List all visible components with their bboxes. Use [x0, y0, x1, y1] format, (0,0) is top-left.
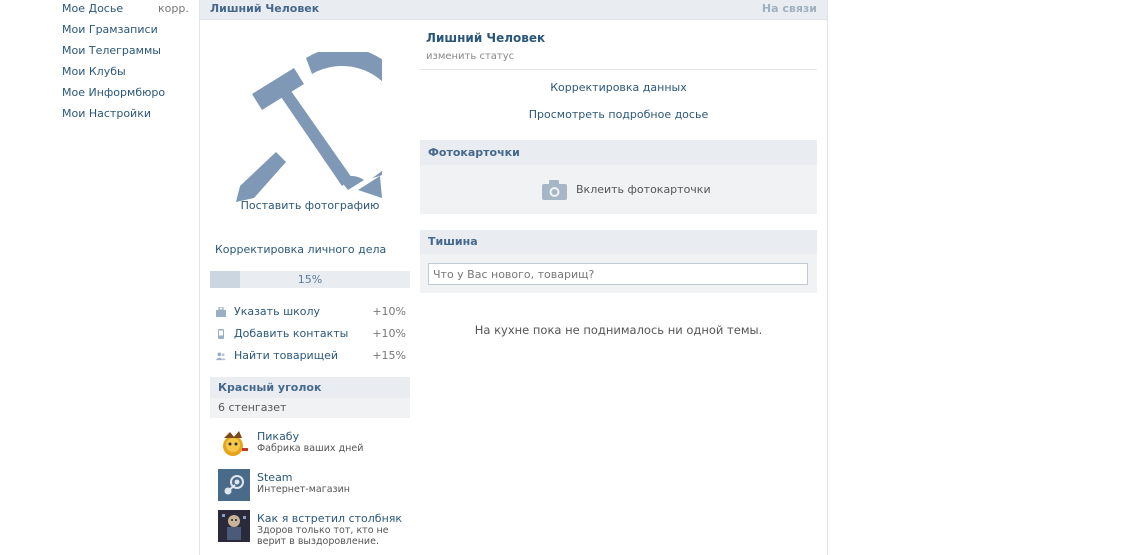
photos-header[interactable]: Фотокарточки: [420, 140, 817, 165]
photos-section: Вклеить фотокарточки: [420, 165, 817, 214]
wall-compose: [420, 254, 817, 293]
group-item[interactable]: Steam Интернет-магазин: [218, 469, 410, 503]
group-name[interactable]: Steam: [257, 471, 293, 484]
profile-header-bar: Лишний Человек На связи: [200, 0, 827, 20]
change-status-link[interactable]: изменить статус: [426, 51, 514, 62]
tip-label: Добавить контакты: [234, 327, 349, 340]
camera-icon: [542, 180, 567, 200]
nav-item-news[interactable]: Мое Информбюро: [62, 84, 165, 102]
photos-title: Фотокарточки: [428, 146, 520, 159]
edit-data-link[interactable]: Корректировка данных: [420, 81, 817, 94]
users-icon: [216, 352, 226, 361]
nav-item-audio[interactable]: Мои Грамзаписи: [62, 21, 158, 39]
set-photo-link[interactable]: Поставить фотографию: [210, 199, 410, 212]
nav-edit-link[interactable]: корр.: [158, 0, 189, 18]
wall-header[interactable]: Тишина: [420, 230, 817, 254]
wall-title: Тишина: [428, 235, 478, 248]
phone-icon: [218, 329, 224, 339]
edit-profile-link[interactable]: Корректировка личного дела: [215, 243, 386, 256]
group-photo-icon: [218, 510, 250, 542]
divider: [420, 69, 817, 70]
group-name[interactable]: Как я встретил столбняк: [257, 512, 402, 525]
tip-label: Найти товарищей: [234, 349, 338, 362]
tip-add-contacts[interactable]: Добавить контакты +10%: [214, 325, 406, 343]
steam-logo-icon: [218, 469, 250, 501]
wall-empty-message: На кухне пока не поднималось ни одной те…: [474, 323, 763, 337]
enable-photos-link[interactable]: Вклеить фотокарточки: [576, 165, 711, 214]
page-border-left: [199, 0, 200, 555]
tip-percent: +15%: [372, 349, 406, 362]
group-desc: Фабрика ваших дней: [257, 443, 364, 454]
avatar[interactable]: Поставить фотографию: [210, 30, 410, 220]
view-dossier-link[interactable]: Просмотреть подробное досье: [420, 108, 817, 121]
briefcase-icon: [216, 307, 226, 317]
tip-percent: +10%: [372, 305, 406, 318]
nav-item-messages[interactable]: Мои Телеграммы: [62, 42, 161, 60]
tip-find-friends[interactable]: Найти товарищей +15%: [214, 347, 406, 365]
groups-count: 6 стенгазет: [218, 401, 287, 414]
header-user-name[interactable]: Лишний Человек: [210, 0, 319, 18]
profile-completeness-bar: 15%: [210, 271, 410, 288]
tip-percent: +10%: [372, 327, 406, 340]
online-status: На связи: [761, 2, 817, 15]
groups-title: Красный уголок: [218, 381, 322, 394]
profile-name: Лишний Человек: [426, 31, 546, 45]
nav-item-groups[interactable]: Мои Клубы: [62, 63, 126, 81]
nav-item-settings[interactable]: Мои Настройки: [62, 105, 151, 123]
group-desc: Здоров только тот, кто не верит в выздор…: [257, 525, 389, 547]
group-desc: Интернет-магазин: [257, 484, 350, 495]
pikabu-logo-icon: [218, 428, 250, 460]
group-item[interactable]: Пикабу Фабрика ваших дней: [218, 428, 410, 462]
left-nav: Мое Досье корр. Мои Грамзаписи Мои Телег…: [0, 0, 199, 555]
group-item[interactable]: Как я встретил столбняк Здоров только то…: [218, 510, 410, 547]
group-name[interactable]: Пикабу: [257, 430, 299, 443]
nav-item-dossier[interactable]: Мое Досье: [62, 0, 123, 18]
groups-count-bar: 6 стенгазет: [210, 398, 410, 418]
tip-label: Указать школу: [234, 305, 321, 318]
progress-label: 15%: [297, 273, 323, 286]
groups-header[interactable]: Красный уголок: [210, 377, 410, 398]
tip-add-school[interactable]: Указать школу +10%: [214, 303, 406, 321]
page-border-right: [827, 0, 828, 555]
hammer-sickle-icon: [236, 52, 382, 202]
wall-post-input[interactable]: [428, 263, 808, 285]
